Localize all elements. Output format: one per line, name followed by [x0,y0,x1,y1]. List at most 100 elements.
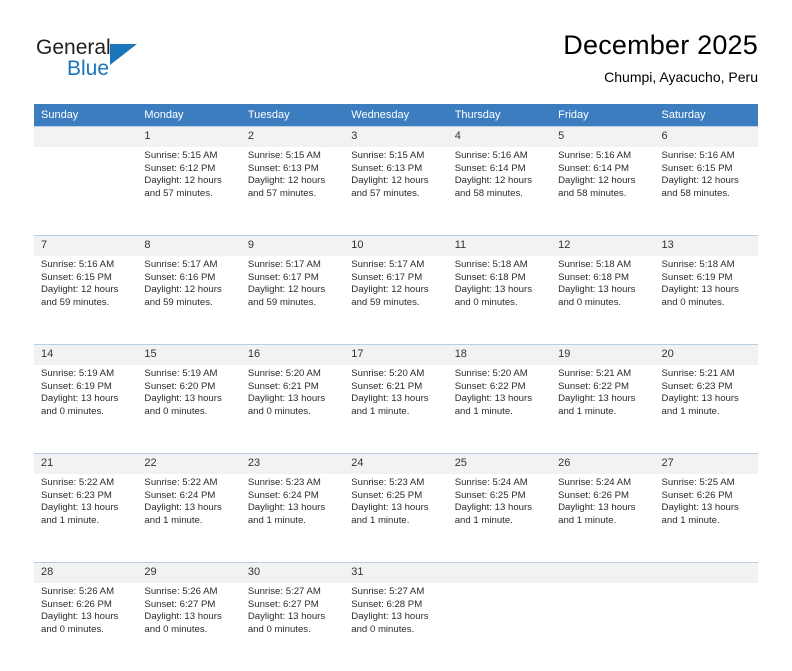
day-cell[interactable]: Sunrise: 5:22 AMSunset: 6:23 PMDaylight:… [34,474,137,563]
daylight-text-line1: Daylight: 12 hours [351,175,441,188]
day-cell-content: Sunrise: 5:15 AMSunset: 6:12 PMDaylight:… [137,147,240,200]
day-number[interactable]: 9 [241,236,344,257]
daylight-text-line2: and 57 minutes. [351,188,441,201]
day-cell[interactable]: Sunrise: 5:19 AMSunset: 6:19 PMDaylight:… [34,365,137,454]
daylight-text-line1: Daylight: 12 hours [558,175,648,188]
day-number[interactable]: 3 [344,127,447,148]
day-number[interactable]: 29 [137,563,240,584]
week-detail-row: Sunrise: 5:22 AMSunset: 6:23 PMDaylight:… [34,474,758,563]
day-number[interactable]: 17 [344,345,447,366]
day-cell[interactable]: Sunrise: 5:27 AMSunset: 6:28 PMDaylight:… [344,583,447,671]
week-detail-row: Sunrise: 5:15 AMSunset: 6:12 PMDaylight:… [34,147,758,236]
day-cell-content: Sunrise: 5:16 AMSunset: 6:14 PMDaylight:… [551,147,654,200]
sunset-text: Sunset: 6:14 PM [558,163,648,176]
day-cell[interactable]: Sunrise: 5:16 AMSunset: 6:14 PMDaylight:… [551,147,654,236]
day-cell-empty [34,147,137,236]
day-number[interactable]: 5 [551,127,654,148]
daylight-text-line1: Daylight: 13 hours [558,393,648,406]
sunset-text: Sunset: 6:26 PM [662,490,752,503]
day-cell-content: Sunrise: 5:19 AMSunset: 6:20 PMDaylight:… [137,365,240,418]
day-cell[interactable]: Sunrise: 5:24 AMSunset: 6:25 PMDaylight:… [448,474,551,563]
day-cell[interactable]: Sunrise: 5:20 AMSunset: 6:21 PMDaylight:… [344,365,447,454]
week-daynumber-row: 28293031 [34,563,758,584]
day-cell[interactable]: Sunrise: 5:15 AMSunset: 6:13 PMDaylight:… [344,147,447,236]
day-number[interactable]: 4 [448,127,551,148]
day-cell[interactable]: Sunrise: 5:21 AMSunset: 6:23 PMDaylight:… [655,365,758,454]
sunset-text: Sunset: 6:22 PM [455,381,545,394]
daylight-text-line2: and 1 minute. [351,406,441,419]
day-cell[interactable]: Sunrise: 5:20 AMSunset: 6:22 PMDaylight:… [448,365,551,454]
day-number[interactable]: 30 [241,563,344,584]
day-number[interactable]: 7 [34,236,137,257]
day-number[interactable]: 8 [137,236,240,257]
day-cell-content: Sunrise: 5:17 AMSunset: 6:16 PMDaylight:… [137,256,240,309]
day-number[interactable]: 21 [34,454,137,475]
day-cell[interactable]: Sunrise: 5:22 AMSunset: 6:24 PMDaylight:… [137,474,240,563]
general-blue-logo[interactable]: General Blue [34,34,224,86]
day-number[interactable]: 16 [241,345,344,366]
day-number[interactable]: 20 [655,345,758,366]
day-cell[interactable]: Sunrise: 5:16 AMSunset: 6:15 PMDaylight:… [655,147,758,236]
day-number[interactable]: 22 [137,454,240,475]
daylight-text-line1: Daylight: 13 hours [351,611,441,624]
day-number[interactable]: 31 [344,563,447,584]
day-cell[interactable]: Sunrise: 5:17 AMSunset: 6:17 PMDaylight:… [344,256,447,345]
daylight-text-line2: and 1 minute. [662,406,752,419]
day-cell[interactable]: Sunrise: 5:23 AMSunset: 6:24 PMDaylight:… [241,474,344,563]
day-cell[interactable]: Sunrise: 5:18 AMSunset: 6:18 PMDaylight:… [448,256,551,345]
day-cell[interactable]: Sunrise: 5:15 AMSunset: 6:12 PMDaylight:… [137,147,240,236]
day-cell[interactable]: Sunrise: 5:16 AMSunset: 6:14 PMDaylight:… [448,147,551,236]
daylight-text-line2: and 0 minutes. [144,406,234,419]
day-cell[interactable]: Sunrise: 5:24 AMSunset: 6:26 PMDaylight:… [551,474,654,563]
day-cell[interactable]: Sunrise: 5:25 AMSunset: 6:26 PMDaylight:… [655,474,758,563]
day-cell-content: Sunrise: 5:24 AMSunset: 6:25 PMDaylight:… [448,474,551,527]
daylight-text-line2: and 1 minute. [144,515,234,528]
sunset-text: Sunset: 6:18 PM [558,272,648,285]
day-cell[interactable]: Sunrise: 5:23 AMSunset: 6:25 PMDaylight:… [344,474,447,563]
sunrise-text: Sunrise: 5:15 AM [351,150,441,163]
day-number[interactable]: 18 [448,345,551,366]
day-cell[interactable]: Sunrise: 5:18 AMSunset: 6:18 PMDaylight:… [551,256,654,345]
sunset-text: Sunset: 6:19 PM [662,272,752,285]
day-number[interactable]: 28 [34,563,137,584]
day-number[interactable]: 12 [551,236,654,257]
day-cell-content: Sunrise: 5:22 AMSunset: 6:24 PMDaylight:… [137,474,240,527]
sunset-text: Sunset: 6:17 PM [351,272,441,285]
day-number[interactable]: 2 [241,127,344,148]
day-cell[interactable]: Sunrise: 5:20 AMSunset: 6:21 PMDaylight:… [241,365,344,454]
day-cell-content: Sunrise: 5:19 AMSunset: 6:19 PMDaylight:… [34,365,137,418]
day-cell-content: Sunrise: 5:18 AMSunset: 6:18 PMDaylight:… [448,256,551,309]
day-cell[interactable]: Sunrise: 5:18 AMSunset: 6:19 PMDaylight:… [655,256,758,345]
day-cell[interactable]: Sunrise: 5:17 AMSunset: 6:16 PMDaylight:… [137,256,240,345]
day-number[interactable]: 26 [551,454,654,475]
day-number[interactable]: 25 [448,454,551,475]
day-number[interactable]: 14 [34,345,137,366]
day-number[interactable]: 27 [655,454,758,475]
day-number[interactable]: 15 [137,345,240,366]
day-number[interactable]: 11 [448,236,551,257]
daylight-text-line1: Daylight: 12 hours [351,284,441,297]
day-cell[interactable]: Sunrise: 5:21 AMSunset: 6:22 PMDaylight:… [551,365,654,454]
day-number[interactable]: 13 [655,236,758,257]
day-number[interactable]: 6 [655,127,758,148]
sunset-text: Sunset: 6:24 PM [248,490,338,503]
sunset-text: Sunset: 6:19 PM [41,381,131,394]
day-cell[interactable]: Sunrise: 5:15 AMSunset: 6:13 PMDaylight:… [241,147,344,236]
day-number[interactable]: 1 [137,127,240,148]
day-number[interactable]: 24 [344,454,447,475]
sunrise-text: Sunrise: 5:24 AM [455,477,545,490]
day-cell[interactable]: Sunrise: 5:17 AMSunset: 6:17 PMDaylight:… [241,256,344,345]
sunset-text: Sunset: 6:15 PM [662,163,752,176]
sunrise-text: Sunrise: 5:16 AM [558,150,648,163]
day-cell[interactable]: Sunrise: 5:27 AMSunset: 6:27 PMDaylight:… [241,583,344,671]
day-number[interactable]: 23 [241,454,344,475]
day-number[interactable]: 10 [344,236,447,257]
day-cell[interactable]: Sunrise: 5:19 AMSunset: 6:20 PMDaylight:… [137,365,240,454]
daylight-text-line1: Daylight: 12 hours [455,175,545,188]
day-cell[interactable]: Sunrise: 5:16 AMSunset: 6:15 PMDaylight:… [34,256,137,345]
daylight-text-line2: and 57 minutes. [144,188,234,201]
day-cell[interactable]: Sunrise: 5:26 AMSunset: 6:26 PMDaylight:… [34,583,137,671]
daylight-text-line1: Daylight: 13 hours [351,502,441,515]
day-number[interactable]: 19 [551,345,654,366]
day-cell[interactable]: Sunrise: 5:26 AMSunset: 6:27 PMDaylight:… [137,583,240,671]
